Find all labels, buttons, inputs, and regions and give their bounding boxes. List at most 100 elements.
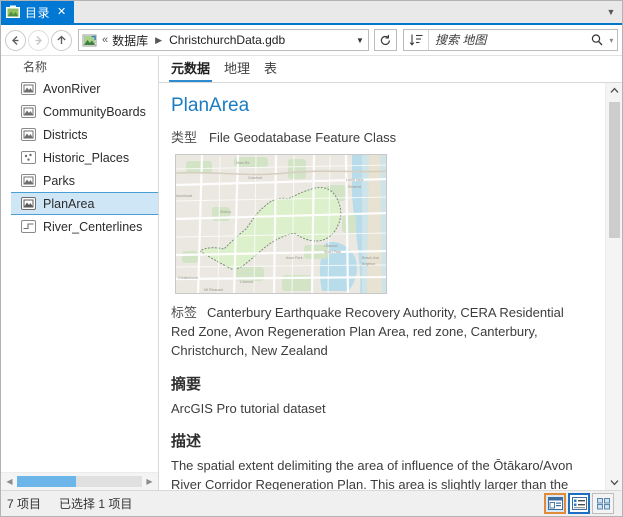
chevron-down-icon[interactable]: ▼ — [600, 1, 622, 23]
breadcrumb-separator-icon[interactable]: ▶ — [150, 35, 167, 46]
breadcrumb-segment-gdb[interactable]: ChristchurchData.gdb — [167, 33, 287, 47]
svg-text:Main Rd: Main Rd — [236, 161, 249, 165]
tree-item-label: Districts — [43, 127, 88, 142]
close-icon[interactable]: ✕ — [55, 6, 68, 18]
svg-text:Reserve: Reserve — [348, 185, 361, 189]
window-tab-catalog[interactable]: 目录 ✕ — [1, 1, 75, 23]
svg-text:Avonhead: Avonhead — [176, 194, 192, 198]
page-title: PlanArea — [171, 95, 250, 116]
svg-text:Christchurch: Christchurch — [178, 276, 198, 280]
catalog-tree-pane: 名称 AvonRiver CommunityBoards Districts H… — [1, 56, 159, 490]
search-input[interactable] — [429, 33, 588, 47]
line-feature-icon — [21, 220, 36, 233]
type-row: 类型 File Geodatabase Feature Class — [171, 127, 591, 146]
description-heading: 描述 — [171, 433, 202, 451]
item-details-pane: 元数据 地理 表 PlanArea 类型 File Geodatabase Fe… — [159, 56, 622, 490]
polygon-feature-icon — [21, 174, 36, 187]
selection-count-text: 已选择 1 项目 — [59, 497, 133, 511]
scroll-right-icon[interactable]: ▶ — [142, 477, 157, 486]
catalog-icon — [6, 5, 20, 19]
search-options-chevron-icon[interactable]: ▾ — [606, 36, 617, 45]
svg-text:Sport Park: Sport Park — [324, 250, 341, 254]
svg-text:Cranford: Cranford — [248, 176, 262, 180]
summary-heading: 摘要 — [171, 375, 202, 393]
svg-text:Lamb Nets: Lamb Nets — [346, 178, 364, 182]
polygon-feature-icon — [21, 105, 36, 118]
tree-item-label: Parks — [43, 173, 75, 188]
path-dropdown-icon[interactable]: ▼ — [352, 36, 368, 45]
tile-view-button[interactable] — [592, 493, 614, 514]
details-tabstrip: 元数据 地理 表 — [159, 56, 622, 83]
svg-text:Brighton: Brighton — [362, 262, 375, 266]
tree-item-label: CommunityBoards — [43, 104, 146, 119]
details-content-wrap: PlanArea 类型 File Geodatabase Feature Cla… — [159, 83, 622, 490]
point-feature-icon — [21, 151, 36, 164]
scroll-up-icon[interactable] — [606, 83, 622, 98]
hscroll-thumb[interactable] — [17, 476, 76, 487]
svg-text:Linwood: Linwood — [240, 280, 253, 284]
svg-text:Shirley: Shirley — [220, 210, 231, 214]
scroll-down-icon[interactable] — [606, 475, 622, 490]
catalog-window: 目录 ✕ ▼ « 数据库 ▶ ChristchurchData.gdb ▼ 搜索… — [0, 0, 623, 517]
svg-text:Linwood: Linwood — [324, 244, 337, 248]
hscroll-track[interactable] — [17, 476, 142, 487]
path-breadcrumb-bar[interactable]: « 数据库 ▶ ChristchurchData.gdb ▼ — [78, 29, 369, 51]
vscroll-thumb[interactable] — [608, 102, 620, 238]
tags-row: 标签 Canterbury Earthquake Recovery Authori… — [171, 304, 591, 361]
title-bar: 目录 ✕ ▼ — [1, 1, 622, 25]
summary-body: ArcGIS Pro tutorial dataset — [171, 400, 326, 416]
polygon-feature-icon — [21, 197, 36, 210]
column-header-name[interactable]: 名称 — [1, 56, 158, 76]
description-body: The spatial extent delimiting the area o… — [171, 458, 573, 490]
tree-item-avonriver[interactable]: AvonRiver — [1, 77, 158, 100]
tab-table[interactable]: 表 — [262, 61, 279, 82]
tree-item-river-centerlines[interactable]: River_Centerlines — [1, 215, 158, 238]
catalog-tree: AvonRiver CommunityBoards Districts Hist… — [1, 76, 158, 472]
item-count-text: 7 项目 — [7, 497, 42, 511]
svg-text:Avon Park: Avon Park — [286, 256, 303, 260]
tree-item-historic-places[interactable]: Historic_Places — [1, 146, 158, 169]
forward-button[interactable] — [28, 29, 49, 51]
tree-item-planarea[interactable]: PlanArea — [11, 192, 158, 215]
view-mode-buttons — [544, 493, 618, 514]
window-tab-label: 目录 — [25, 5, 51, 20]
path-overflow-icon[interactable]: « — [100, 34, 110, 46]
tree-item-label: PlanArea — [43, 196, 95, 211]
tree-item-label: Historic_Places — [43, 150, 130, 165]
up-one-level-button[interactable] — [51, 29, 72, 51]
tags-value: Canterbury Earthquake Recovery Authority… — [171, 305, 564, 358]
details-view-button[interactable] — [544, 493, 566, 514]
map-thumbnail: Main Rd Cranford Lamb Nets Reserve Avonh… — [175, 154, 387, 294]
back-button[interactable] — [5, 29, 26, 51]
details-vertical-scrollbar[interactable] — [605, 83, 622, 490]
tab-metadata[interactable]: 元数据 — [169, 61, 213, 82]
main-body: 名称 AvonRiver CommunityBoards Districts H… — [1, 56, 622, 490]
polygon-feature-icon — [21, 128, 36, 141]
svg-text:Beach Ave: Beach Ave — [362, 256, 379, 260]
status-bar: 7 项目 已选择 1 项目 — [1, 490, 622, 516]
refresh-button[interactable] — [374, 29, 397, 51]
folder-connection-icon — [82, 33, 97, 48]
vscroll-track[interactable] — [608, 98, 620, 475]
tree-item-communityboards[interactable]: CommunityBoards — [1, 100, 158, 123]
search-box[interactable]: ▾ — [403, 29, 618, 51]
navigation-toolbar: « 数据库 ▶ ChristchurchData.gdb ▼ 搜索 地图 ▾ — [1, 25, 622, 56]
sort-icon[interactable] — [404, 30, 429, 50]
title-bar-spacer — [74, 1, 600, 23]
tags-label: 标签 — [171, 305, 198, 320]
breadcrumb-segment-databases[interactable]: 数据库 — [110, 32, 150, 49]
tree-item-label: River_Centerlines — [43, 219, 143, 234]
list-view-button[interactable] — [568, 493, 590, 514]
polygon-feature-icon — [21, 82, 36, 95]
tree-horizontal-scrollbar[interactable]: ◀ ▶ — [1, 472, 158, 490]
type-label: 类型 — [171, 130, 198, 145]
magnifier-icon[interactable] — [587, 33, 606, 47]
tab-geography[interactable]: 地理 — [222, 61, 252, 82]
svg-text:Mt Pleasant: Mt Pleasant — [204, 288, 223, 292]
tree-item-label: AvonRiver — [43, 81, 101, 96]
tree-item-districts[interactable]: Districts — [1, 123, 158, 146]
type-value: File Geodatabase Feature Class — [209, 130, 397, 145]
metadata-content: PlanArea 类型 File Geodatabase Feature Cla… — [159, 83, 605, 490]
tree-item-parks[interactable]: Parks — [1, 169, 158, 192]
scroll-left-icon[interactable]: ◀ — [2, 477, 17, 486]
